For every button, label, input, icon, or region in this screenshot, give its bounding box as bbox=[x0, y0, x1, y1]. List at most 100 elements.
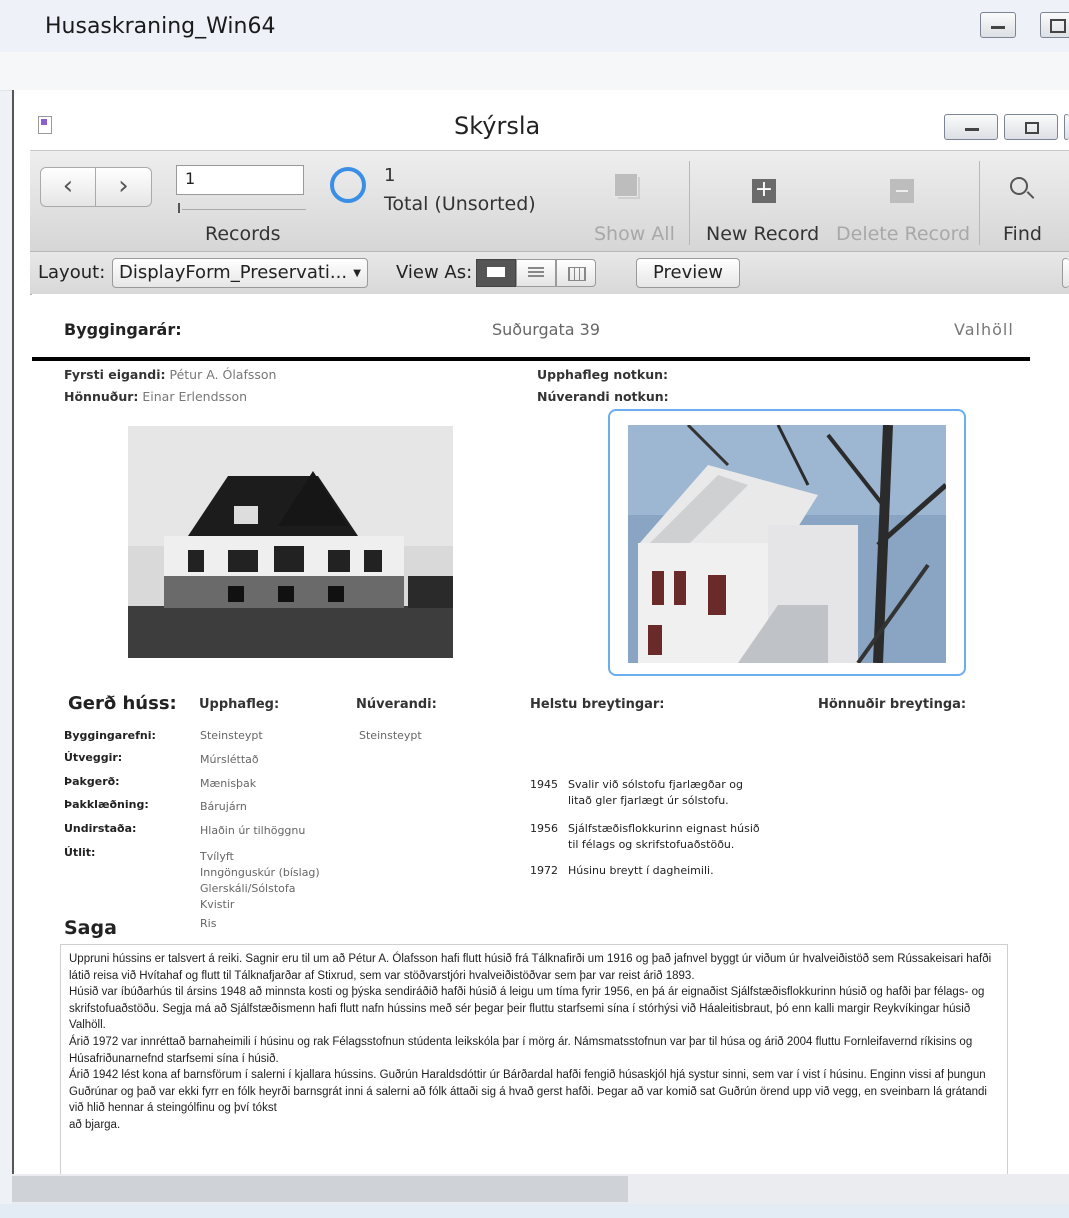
edit-layout-button[interactable] bbox=[1062, 258, 1069, 288]
col-upphafleg: Upphafleg: bbox=[199, 697, 280, 712]
utlit-extra: Kvistir bbox=[200, 898, 235, 911]
current-record-field[interactable]: 1 bbox=[176, 165, 304, 195]
saga-text-field[interactable]: Uppruni hússins er talsvert á reiki. Sag… bbox=[60, 944, 1008, 1184]
row-orig: Bárujárn bbox=[200, 800, 247, 813]
saga-title: Saga bbox=[64, 917, 117, 939]
maximize-icon bbox=[1025, 122, 1039, 134]
total-unsorted-label: Total (Unsorted) bbox=[384, 193, 536, 215]
minimize-icon bbox=[991, 26, 1005, 29]
bottom-status-strip bbox=[0, 1204, 1069, 1218]
view-as-label: View As: bbox=[396, 262, 473, 283]
table-view-icon bbox=[568, 267, 586, 281]
row-orig: Mænisþak bbox=[200, 777, 257, 790]
chevron-down-icon: ▼ bbox=[353, 268, 361, 279]
gerd-title: Gerð húss: bbox=[68, 693, 177, 714]
toolbar-divider bbox=[689, 161, 690, 245]
inner-title-bar: Skýrsla bbox=[14, 92, 1069, 150]
inner-close-button[interactable] bbox=[1064, 114, 1069, 140]
show-all-icon bbox=[614, 173, 644, 203]
previous-record-button[interactable]: ‹ bbox=[40, 167, 96, 207]
inner-maximize-button[interactable] bbox=[1004, 114, 1058, 140]
outer-title-bar: Husaskraning_Win64 bbox=[0, 0, 1069, 52]
row-now: Steinsteypt bbox=[359, 729, 422, 742]
minus-icon bbox=[890, 179, 914, 203]
next-record-button[interactable]: › bbox=[96, 167, 152, 207]
row-label: Þakgerð: bbox=[64, 775, 120, 788]
row-label: Byggingarefni: bbox=[64, 729, 156, 742]
chevron-right-icon: › bbox=[118, 171, 129, 201]
slider-handle[interactable] bbox=[178, 203, 180, 213]
records-label: Records bbox=[205, 223, 281, 245]
fyrsti-eigandi-value: Pétur A. Ólafsson bbox=[169, 367, 277, 382]
layout-select[interactable]: DisplayForm_Preservati... ▼ bbox=[112, 258, 368, 288]
horizontal-scroll-thumb[interactable] bbox=[12, 1176, 628, 1202]
house-name: Valhöll bbox=[954, 320, 1014, 339]
current-record-value: 1 bbox=[185, 169, 196, 188]
record-slider[interactable] bbox=[178, 203, 306, 213]
honnudur-value: Einar Erlendsson bbox=[142, 389, 248, 404]
form-view-icon bbox=[487, 267, 505, 277]
header-rule bbox=[32, 357, 1030, 361]
found-count: 1 bbox=[384, 165, 396, 186]
find-button[interactable]: Find bbox=[1003, 223, 1042, 245]
row-label: Útveggir: bbox=[64, 751, 123, 764]
change-year: 1945 bbox=[530, 778, 558, 791]
change-text: litað gler fjarlægt úr sólstofu. bbox=[568, 794, 729, 807]
saga-text: Uppruni hússins er talsvert á reiki. Sag… bbox=[69, 953, 992, 1131]
fyrsti-eigandi-label: Fyrsti eigandi: bbox=[64, 367, 166, 382]
nuverandi-notkun-label: Núverandi notkun: bbox=[537, 389, 669, 404]
outer-minimize-button[interactable] bbox=[980, 12, 1016, 38]
utlit-extra: Ris bbox=[200, 917, 217, 930]
toolbar-divider bbox=[979, 161, 980, 245]
row-orig: Tvílyft bbox=[200, 850, 234, 863]
change-text: Svalir við sólstofu fjarlægðar og bbox=[568, 778, 744, 791]
current-house-photo bbox=[628, 425, 946, 663]
list-view-button[interactable] bbox=[516, 259, 556, 287]
new-record-button[interactable]: New Record bbox=[706, 223, 819, 245]
layout-select-value: DisplayForm_Preservati... bbox=[119, 262, 348, 283]
chevron-left-icon: ‹ bbox=[62, 171, 74, 201]
fyrsti-eigandi-row: Fyrsti eigandi: Pétur A. Ólafsson bbox=[64, 367, 276, 382]
change-text: til félags og skrifstofuaðstöðu. bbox=[568, 838, 735, 851]
honnudur-row: Hönnuður: Einar Erlendsson bbox=[64, 389, 247, 404]
magnifier-icon bbox=[1010, 177, 1035, 199]
form-view-button[interactable] bbox=[476, 259, 516, 287]
minimize-icon bbox=[965, 128, 979, 131]
row-orig: Múrsléttað bbox=[200, 753, 259, 766]
inner-minimize-button[interactable] bbox=[944, 114, 998, 140]
historic-house-photo bbox=[128, 426, 453, 658]
table-view-button[interactable] bbox=[556, 259, 596, 287]
plus-icon: + bbox=[752, 179, 776, 203]
current-photo-frame[interactable] bbox=[608, 409, 966, 676]
outer-window-title: Husaskraning_Win64 bbox=[45, 14, 276, 39]
outer-maximize-button[interactable] bbox=[1040, 12, 1069, 38]
outer-menu-strip bbox=[0, 52, 1069, 91]
change-year: 1972 bbox=[530, 864, 558, 877]
layout-bar: Layout: DisplayForm_Preservati... ▼ View… bbox=[30, 251, 1069, 295]
change-year: 1956 bbox=[530, 822, 558, 835]
col-honnudir: Hönnuðir breytinga: bbox=[818, 697, 967, 712]
utlit-extra: Glerskáli/Sólstofa bbox=[200, 882, 296, 895]
delete-record-button[interactable]: Delete Record bbox=[836, 223, 970, 245]
change-text: Sjálfstæðisflokkurinn eignast húsið bbox=[568, 822, 760, 835]
status-toolbar: ‹ › 1 Records 1 Total (Unsorted) Show Al… bbox=[30, 150, 1069, 251]
honnudur-label: Hönnuður: bbox=[64, 389, 139, 404]
inner-window-title: Skýrsla bbox=[454, 112, 541, 140]
address: Suðurgata 39 bbox=[492, 320, 601, 339]
col-nuverandi: Núverandi: bbox=[356, 697, 437, 712]
col-breytingar: Helstu breytingar: bbox=[530, 697, 665, 712]
found-set-pie-icon bbox=[330, 167, 366, 203]
row-label: Útlit: bbox=[64, 846, 96, 859]
row-orig: Steinsteypt bbox=[200, 729, 263, 742]
utlit-extra: Inngönguskúr (bíslag) bbox=[200, 866, 320, 879]
maximize-icon bbox=[1050, 19, 1066, 33]
upphafleg-notkun-label: Upphafleg notkun: bbox=[537, 367, 668, 382]
layout-label: Layout: bbox=[38, 262, 106, 283]
row-orig: Hlaðin úr tilhöggnu bbox=[200, 824, 306, 837]
row-label: Undirstaða: bbox=[64, 822, 137, 835]
row-label: Þakklæðning: bbox=[64, 798, 149, 811]
change-text: Húsinu breytt í dagheimili. bbox=[568, 864, 714, 877]
show-all-button[interactable]: Show All bbox=[594, 223, 675, 245]
byggingarar-label: Byggingarár: bbox=[64, 320, 182, 339]
preview-button[interactable]: Preview bbox=[636, 258, 740, 288]
